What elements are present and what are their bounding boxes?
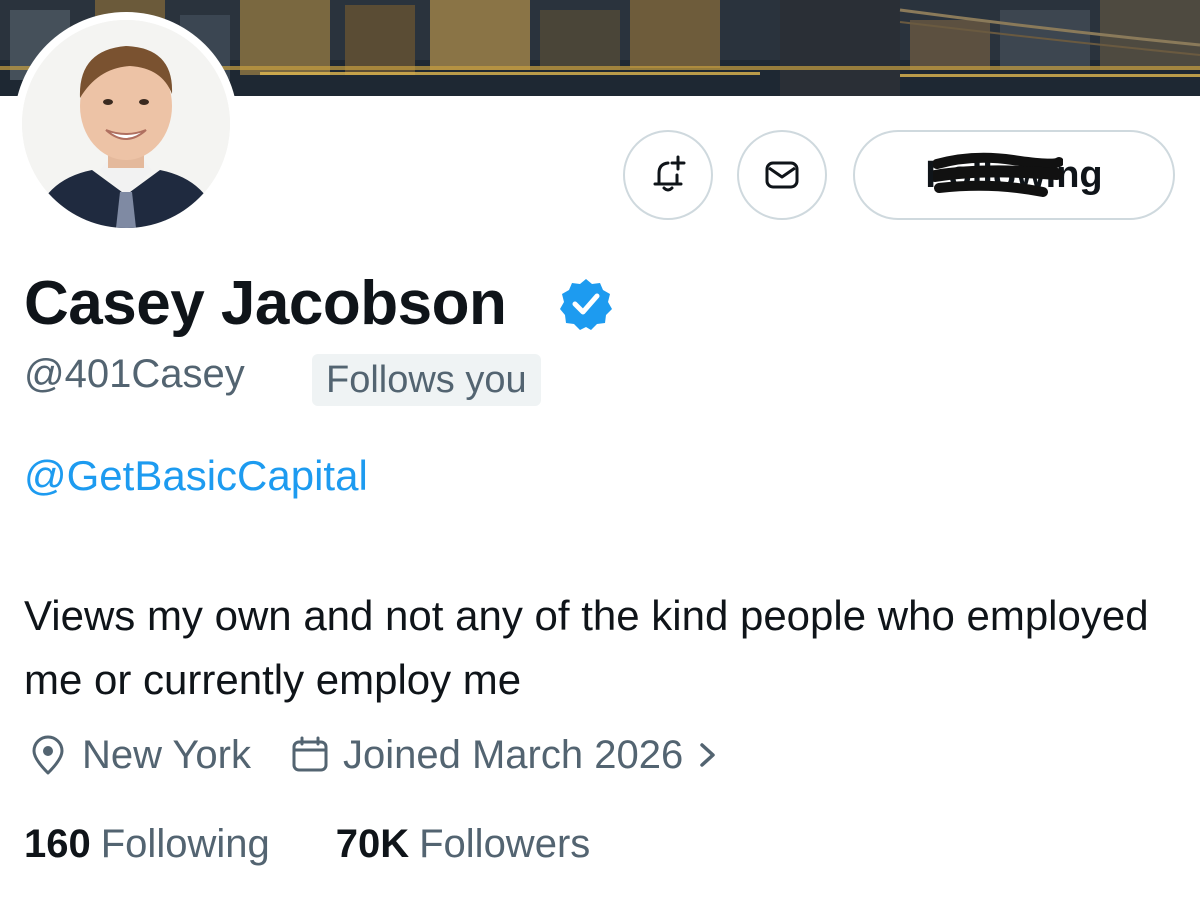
redaction-scribble xyxy=(933,152,1063,197)
verified-badge-icon[interactable] xyxy=(558,276,614,332)
location-text: New York xyxy=(82,732,251,777)
bio-mention-link[interactable]: @GetBasicCapital xyxy=(24,452,368,500)
calendar-icon xyxy=(292,736,328,772)
following-button[interactable]: Following xyxy=(853,130,1175,220)
followers-count: 70K xyxy=(335,821,410,866)
followers-label: Followers xyxy=(419,821,591,866)
chevron-right-icon xyxy=(700,743,715,767)
location: New York xyxy=(26,733,251,778)
avatar[interactable] xyxy=(14,12,238,236)
message-button[interactable] xyxy=(737,130,827,220)
envelope-icon xyxy=(765,161,799,189)
profile-stats: 160 Following 70K Followers xyxy=(24,818,590,870)
followers-stat-link[interactable]: 70K Followers xyxy=(336,822,591,867)
following-stat-link[interactable]: 160 Following xyxy=(24,822,270,867)
bell-plus-icon xyxy=(653,155,686,192)
notifications-button[interactable] xyxy=(623,130,713,220)
joined-date[interactable]: Joined March 2026 xyxy=(289,733,731,778)
avatar-photo xyxy=(22,20,230,228)
display-name: Casey Jacobson xyxy=(24,269,507,338)
following-count: 160 xyxy=(24,821,91,866)
profile-meta: New York Joined March 2026 xyxy=(26,728,731,782)
joined-text: Joined March 2026 xyxy=(342,732,684,777)
follows-you-badge: Follows you xyxy=(312,354,541,406)
profile-bio: Views my own and not any of the kind peo… xyxy=(24,592,1149,703)
user-handle: @401Casey xyxy=(24,352,245,396)
location-pin-icon xyxy=(32,735,64,775)
following-label: Following xyxy=(100,821,270,866)
